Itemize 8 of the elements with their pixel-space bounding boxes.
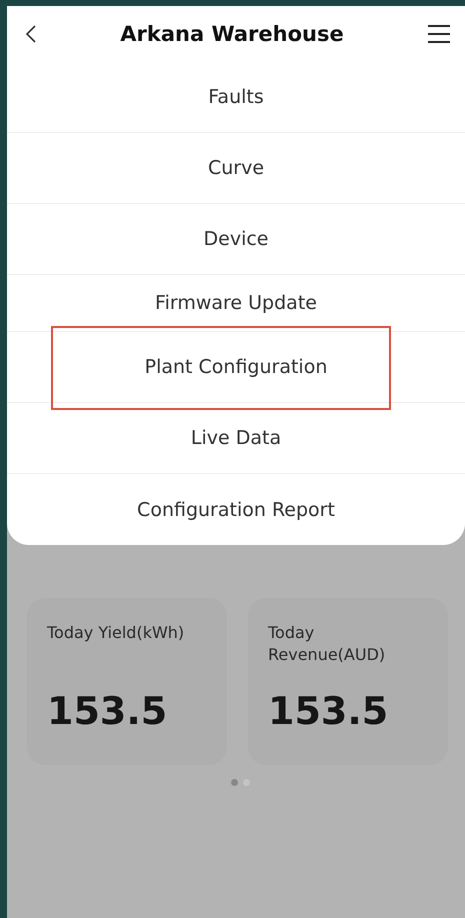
back-icon[interactable] [25,24,37,44]
menu-icon[interactable] [427,24,451,44]
stat-value: 153.5 [47,689,168,733]
page-title: Arkana Warehouse [120,22,344,46]
page-dot[interactable] [230,779,238,786]
stat-label: Today Yield(kWh) [47,622,186,644]
stat-value: 153.5 [268,689,390,733]
stat-label: Today Revenue(AUD) [268,622,386,666]
